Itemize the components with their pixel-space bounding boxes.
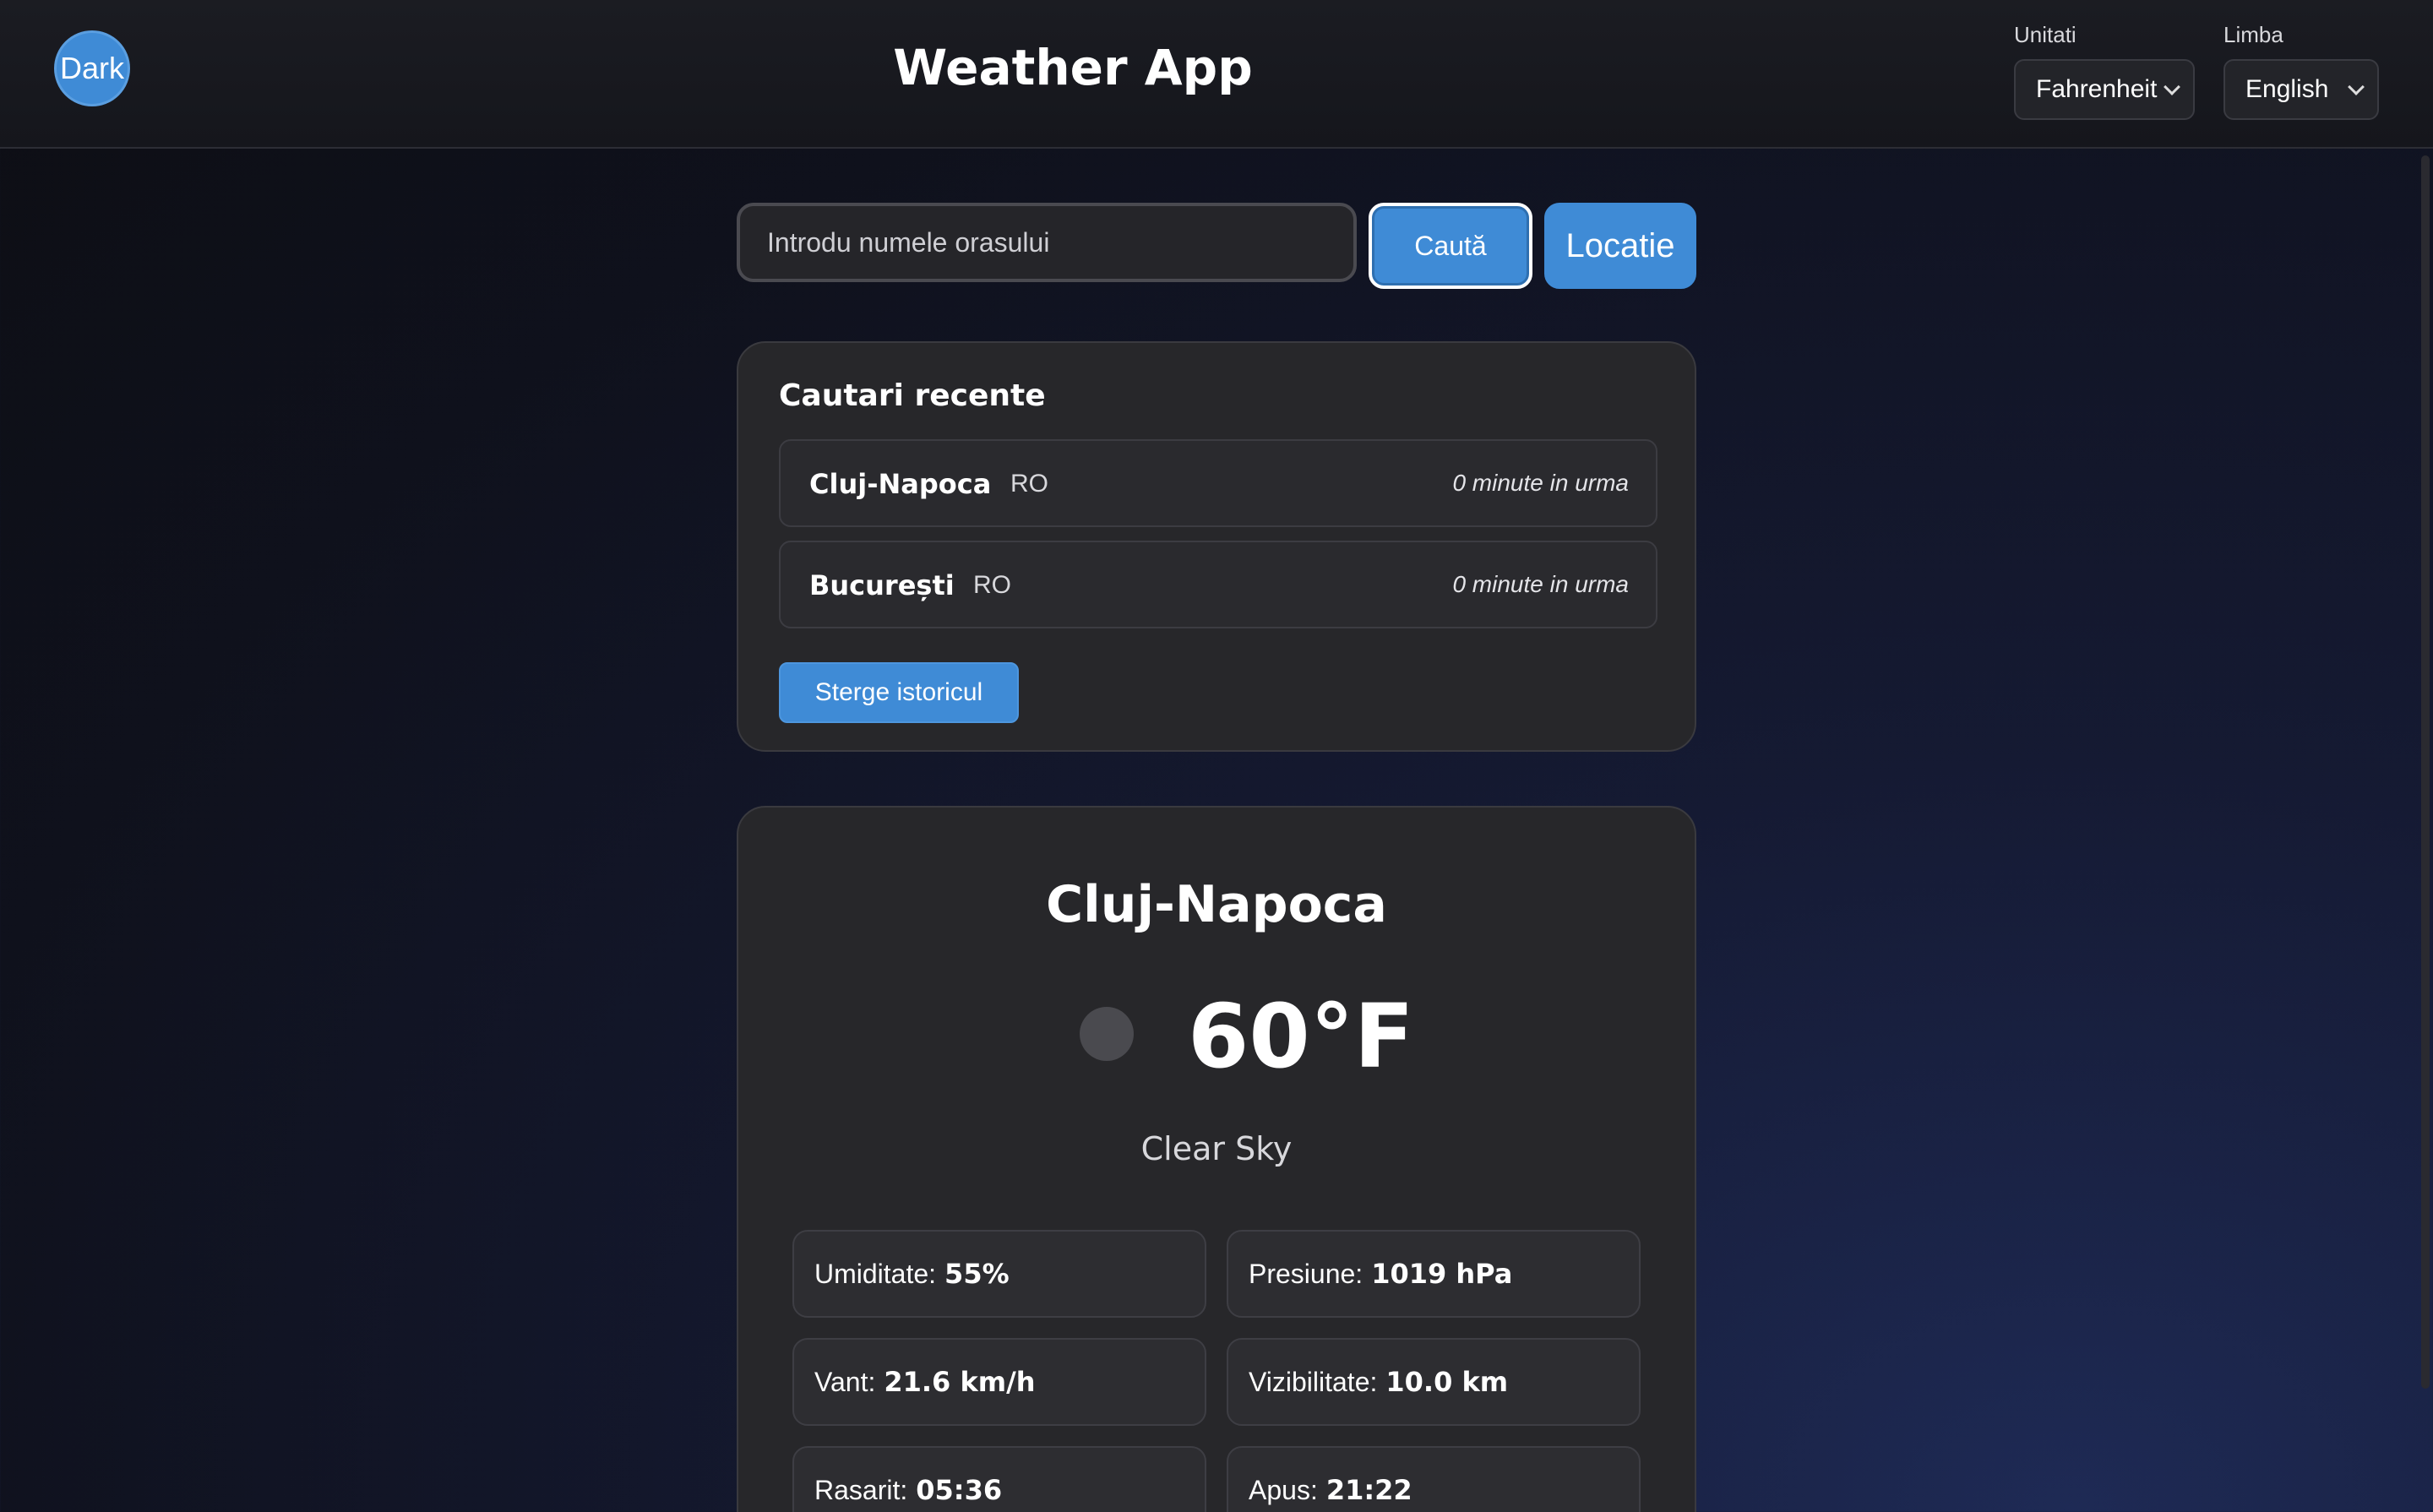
recent-searches-title: Cautari recente xyxy=(779,378,1046,413)
app-header: Dark Weather App Unitati Fahrenheit Limb… xyxy=(0,0,2433,149)
detail-value: 1019 hPa xyxy=(1371,1258,1513,1290)
recent-search-item[interactable]: Cluj-Napoca RO 0 minute in urma xyxy=(779,439,1657,527)
detail-label: Apus: xyxy=(1249,1474,1318,1505)
detail-value: 21:22 xyxy=(1325,1474,1412,1506)
detail-label: Vizibilitate: xyxy=(1249,1366,1378,1397)
location-button[interactable]: Locatie xyxy=(1544,203,1696,289)
weather-detail-wind: Vant: 21.6 km/h xyxy=(792,1338,1206,1426)
scrollbar-thumb[interactable] xyxy=(2421,155,2430,1389)
detail-label: Rasarit: xyxy=(814,1474,908,1505)
recent-searches-card: Cautari recente Cluj-Napoca RO 0 minute … xyxy=(737,341,1696,752)
detail-value: 10.0 km xyxy=(1385,1366,1509,1398)
recent-search-city: Cluj-Napoca xyxy=(809,468,992,500)
weather-temperature: 60°F xyxy=(1188,985,1414,1088)
detail-label: Presiune: xyxy=(1249,1258,1363,1289)
search-button[interactable]: Caută xyxy=(1369,203,1532,289)
recent-search-time: 0 minute in urma xyxy=(1452,470,1629,496)
weather-description: Clear Sky xyxy=(1140,1130,1293,1167)
detail-value: 21.6 km/h xyxy=(884,1366,1036,1398)
units-select[interactable]: Fahrenheit xyxy=(2014,59,2195,120)
recent-search-country: RO xyxy=(973,571,1011,599)
detail-value: 05:36 xyxy=(916,1474,1003,1506)
weather-detail-humidity: Umiditate: 55% xyxy=(792,1230,1206,1318)
detail-label: Vant: xyxy=(814,1366,876,1397)
recent-search-country: RO xyxy=(1010,470,1048,498)
detail-label: Umiditate: xyxy=(814,1258,937,1289)
clear-history-button[interactable]: Sterge istoricul xyxy=(779,662,1019,723)
weather-city-name: Cluj-Napoca xyxy=(1046,875,1387,934)
chevron-down-icon xyxy=(2164,79,2180,95)
units-select-value: Fahrenheit xyxy=(2036,75,2158,103)
current-weather-card: Cluj-Napoca 60°F Clear Sky Umiditate: 55… xyxy=(737,806,1696,1512)
recent-search-item[interactable]: București RO 0 minute in urma xyxy=(779,541,1657,628)
units-label: Unitati xyxy=(2014,22,2076,47)
language-label: Limba xyxy=(2223,22,2283,47)
weather-condition-icon xyxy=(1080,1007,1134,1061)
recent-search-city: București xyxy=(809,569,955,601)
language-select-value: English xyxy=(2245,75,2329,103)
detail-value: 55% xyxy=(944,1258,1010,1290)
weather-detail-sunset: Apus: 21:22 xyxy=(1227,1446,1641,1512)
app-title: Weather App xyxy=(893,39,1253,96)
chevron-down-icon xyxy=(2348,79,2365,95)
city-search-input[interactable] xyxy=(737,203,1357,282)
weather-detail-sunrise: Rasarit: 05:36 xyxy=(792,1446,1206,1512)
page-scrollbar[interactable] xyxy=(2413,0,2433,1512)
language-select[interactable]: English xyxy=(2223,59,2379,120)
weather-detail-pressure: Presiune: 1019 hPa xyxy=(1227,1230,1641,1318)
weather-detail-visibility: Vizibilitate: 10.0 km xyxy=(1227,1338,1641,1426)
recent-search-time: 0 minute in urma xyxy=(1452,571,1629,597)
